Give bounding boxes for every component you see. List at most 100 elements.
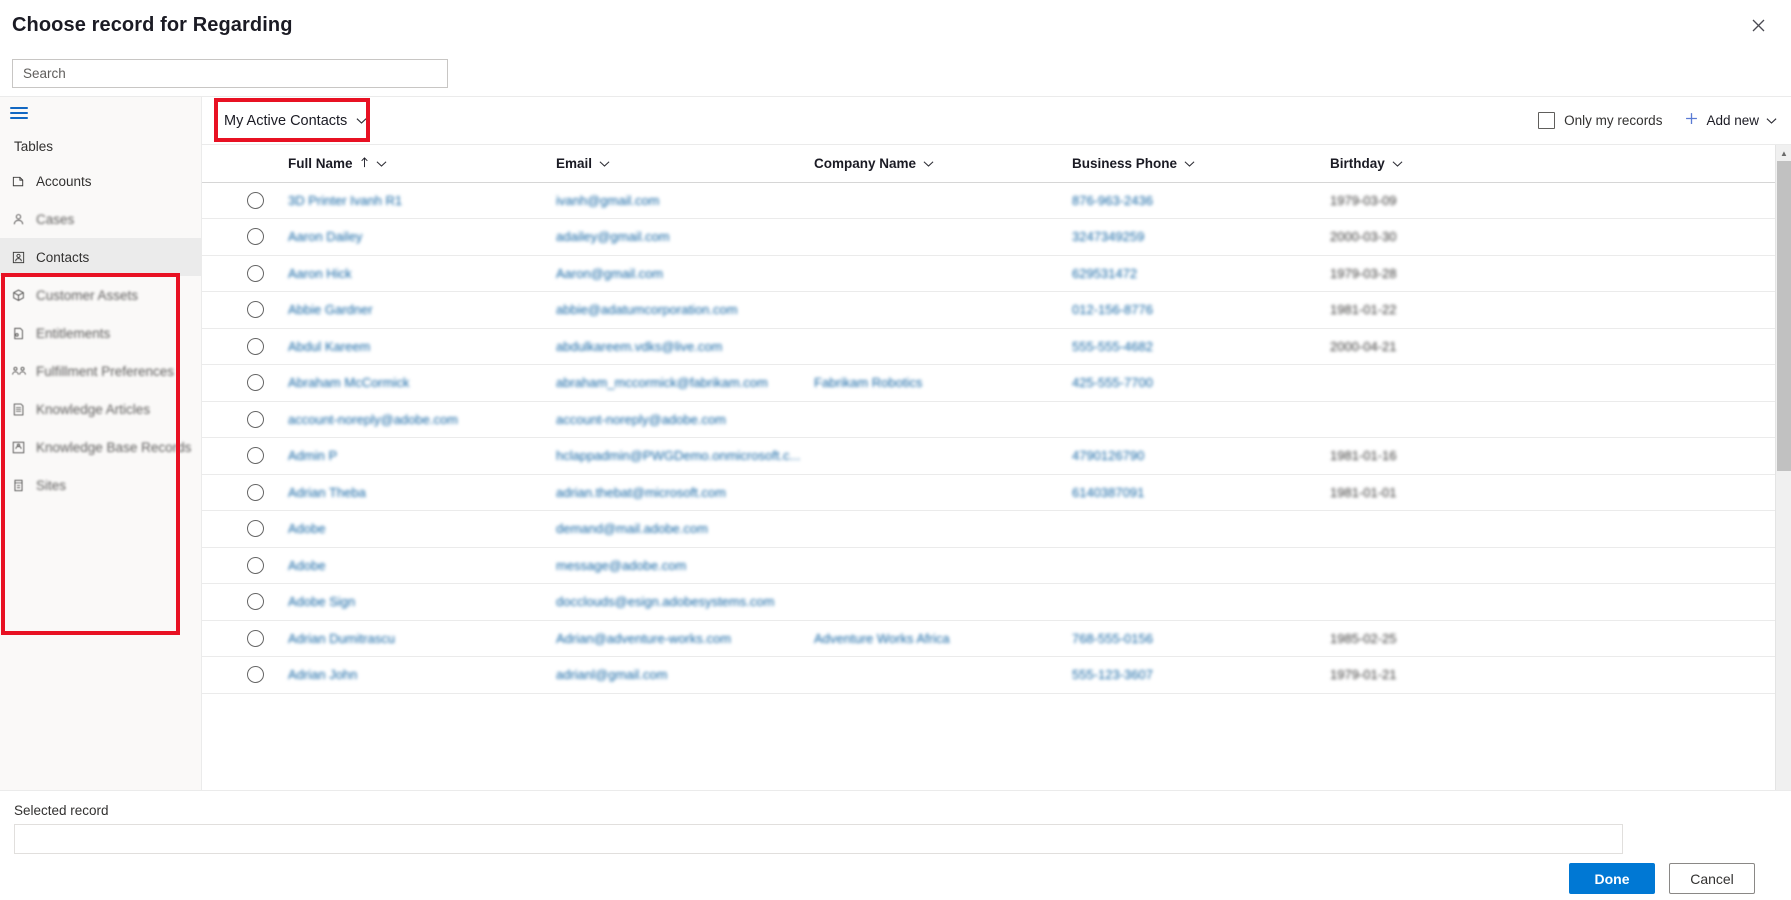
- row-radio-button[interactable]: [247, 629, 264, 647]
- column-header-phone[interactable]: Business Phone: [1058, 145, 1316, 183]
- cell-email[interactable]: Adrian@adventure-works.com: [542, 620, 800, 657]
- cell-company[interactable]: [800, 218, 1058, 256]
- cell-phone[interactable]: [1058, 583, 1316, 621]
- table-row[interactable]: Admin P hclappadmin@PWGDemo.onmicrosoft.c…: [202, 437, 1791, 475]
- row-radio-button[interactable]: [247, 520, 264, 538]
- sidebar-item-knowledge-base-records[interactable]: Knowledge Base Records: [0, 428, 201, 466]
- chevron-down-icon[interactable]: [599, 156, 610, 171]
- add-new-button[interactable]: Add new: [1684, 111, 1777, 130]
- vertical-scrollbar[interactable]: ▲: [1775, 145, 1791, 790]
- sidebar-item-cases[interactable]: Cases: [0, 200, 201, 238]
- cell-company[interactable]: [800, 656, 1058, 694]
- row-radio-button[interactable]: [247, 191, 264, 209]
- cell-phone[interactable]: 3247349259: [1058, 218, 1316, 256]
- cell-fullname[interactable]: Admin P: [274, 437, 542, 475]
- row-radio-button[interactable]: [247, 447, 264, 465]
- table-row[interactable]: Adrian Dumitrascu Adrian@adventure-works.…: [202, 620, 1791, 657]
- cell-phone[interactable]: 768-555-0156: [1058, 620, 1316, 657]
- close-icon[interactable]: [1741, 8, 1775, 42]
- table-row[interactable]: Adobe demand@mail.adobe.com: [202, 510, 1791, 548]
- cell-email[interactable]: abdulkareem.vdks@live.com: [542, 328, 800, 365]
- row-radio-button[interactable]: [247, 264, 264, 282]
- row-radio-button[interactable]: [247, 337, 264, 355]
- cell-company[interactable]: [800, 255, 1058, 292]
- cell-email[interactable]: hclappadmin@PWGDemo.onmicrosoft.c...: [542, 437, 800, 475]
- cell-phone[interactable]: 876-963-2436: [1058, 182, 1316, 219]
- column-header-fullname[interactable]: Full Name: [274, 145, 542, 183]
- sidebar-item-customer-assets[interactable]: Customer Assets: [0, 276, 201, 314]
- table-row[interactable]: Aaron Dailey adailey@gmail.com 3247349259 2…: [202, 218, 1791, 256]
- done-button[interactable]: Done: [1569, 863, 1655, 894]
- table-row[interactable]: Adrian Theba adrian.thebat@microsoft.com 6…: [202, 474, 1791, 511]
- cell-phone[interactable]: 6140387091: [1058, 474, 1316, 511]
- cell-company[interactable]: Fabrikam Robotics: [800, 364, 1058, 402]
- cell-company[interactable]: [800, 510, 1058, 548]
- sidebar-item-accounts[interactable]: Accounts: [0, 162, 201, 200]
- cell-phone[interactable]: 425-555-7700: [1058, 364, 1316, 402]
- cell-email[interactable]: abbie@adatumcorporation.com: [542, 291, 800, 329]
- view-selector[interactable]: My Active Contacts: [214, 107, 377, 135]
- cell-company[interactable]: [800, 182, 1058, 219]
- only-my-records-toggle[interactable]: Only my records: [1538, 112, 1662, 129]
- sidebar-item-knowledge-articles[interactable]: Knowledge Articles: [0, 390, 201, 428]
- search-box[interactable]: [12, 58, 448, 88]
- cell-company[interactable]: [800, 328, 1058, 365]
- sidebar-item-entitlements[interactable]: Entitlements: [0, 314, 201, 352]
- table-row[interactable]: Abraham McCormick abraham_mccormick@fabri…: [202, 364, 1791, 402]
- cell-email[interactable]: message@adobe.com: [542, 547, 800, 584]
- cell-fullname[interactable]: Adobe: [274, 510, 542, 548]
- cell-fullname[interactable]: Adrian Dumitrascu: [274, 620, 542, 657]
- cell-fullname[interactable]: Adobe Sign: [274, 583, 542, 621]
- column-header-email[interactable]: Email: [542, 145, 800, 183]
- cell-fullname[interactable]: Adobe: [274, 547, 542, 584]
- row-radio-button[interactable]: [247, 483, 264, 501]
- table-row[interactable]: Adobe Sign docclouds@esign.adobesystems.c…: [202, 583, 1791, 621]
- chevron-down-icon[interactable]: [1184, 156, 1195, 171]
- cell-phone[interactable]: [1058, 547, 1316, 584]
- selected-record-field[interactable]: [14, 824, 1623, 854]
- sidebar-item-fulfillment-preferences[interactable]: Fulfillment Preferences: [0, 352, 201, 390]
- cell-company[interactable]: [800, 401, 1058, 438]
- cell-phone[interactable]: 555-123-3607: [1058, 656, 1316, 694]
- cell-email[interactable]: Aaron@gmail.com: [542, 255, 800, 292]
- table-row[interactable]: Aaron Hick Aaron@gmail.com 629531472 1979-0…: [202, 255, 1791, 292]
- cell-fullname[interactable]: Adrian Theba: [274, 474, 542, 511]
- row-radio-button[interactable]: [247, 666, 264, 684]
- cell-email[interactable]: account-noreply@adobe.com: [542, 401, 800, 438]
- cell-fullname[interactable]: Aaron Hick: [274, 255, 542, 292]
- chevron-down-icon[interactable]: [923, 156, 934, 171]
- cell-company[interactable]: [800, 583, 1058, 621]
- cell-company[interactable]: [800, 474, 1058, 511]
- cell-email[interactable]: docclouds@esign.adobesystems.com: [542, 583, 800, 621]
- cell-company[interactable]: [800, 437, 1058, 475]
- sidebar-item-contacts[interactable]: Contacts: [0, 238, 201, 276]
- table-row[interactable]: Abbie Gardner abbie@adatumcorporation.com…: [202, 291, 1791, 329]
- cell-fullname[interactable]: Abraham McCormick: [274, 364, 542, 402]
- row-radio-button[interactable]: [247, 410, 264, 428]
- cell-email[interactable]: adrian.thebat@microsoft.com: [542, 474, 800, 511]
- search-input[interactable]: [21, 64, 439, 82]
- row-radio-button[interactable]: [247, 301, 264, 319]
- cell-phone[interactable]: 4790126790: [1058, 437, 1316, 475]
- cell-fullname[interactable]: Adrian John: [274, 656, 542, 694]
- chevron-down-icon[interactable]: [1392, 156, 1403, 171]
- table-row[interactable]: Adobe message@adobe.com: [202, 547, 1791, 584]
- scrollbar-thumb[interactable]: [1777, 161, 1791, 471]
- cell-company[interactable]: [800, 547, 1058, 584]
- cell-company[interactable]: [800, 291, 1058, 329]
- scroll-up-icon[interactable]: ▲: [1776, 145, 1791, 161]
- cell-fullname[interactable]: Abbie Gardner: [274, 291, 542, 329]
- cell-fullname[interactable]: account-noreply@adobe.com: [274, 401, 542, 438]
- cell-email[interactable]: demand@mail.adobe.com: [542, 510, 800, 548]
- column-header-birthday[interactable]: Birthday: [1316, 145, 1546, 183]
- cell-email[interactable]: adailey@gmail.com: [542, 218, 800, 256]
- cell-phone[interactable]: 012-156-8776: [1058, 291, 1316, 329]
- row-radio-button[interactable]: [247, 593, 264, 611]
- cell-phone[interactable]: [1058, 510, 1316, 548]
- chevron-down-icon[interactable]: [376, 156, 387, 171]
- cell-phone[interactable]: 555-555-4682: [1058, 328, 1316, 365]
- table-row[interactable]: Adrian John adrianl@gmail.com 555-123-3607…: [202, 656, 1791, 694]
- only-my-records-checkbox[interactable]: [1538, 112, 1556, 129]
- row-radio-button[interactable]: [247, 228, 264, 246]
- sidebar-item-sites[interactable]: Sites: [0, 466, 201, 504]
